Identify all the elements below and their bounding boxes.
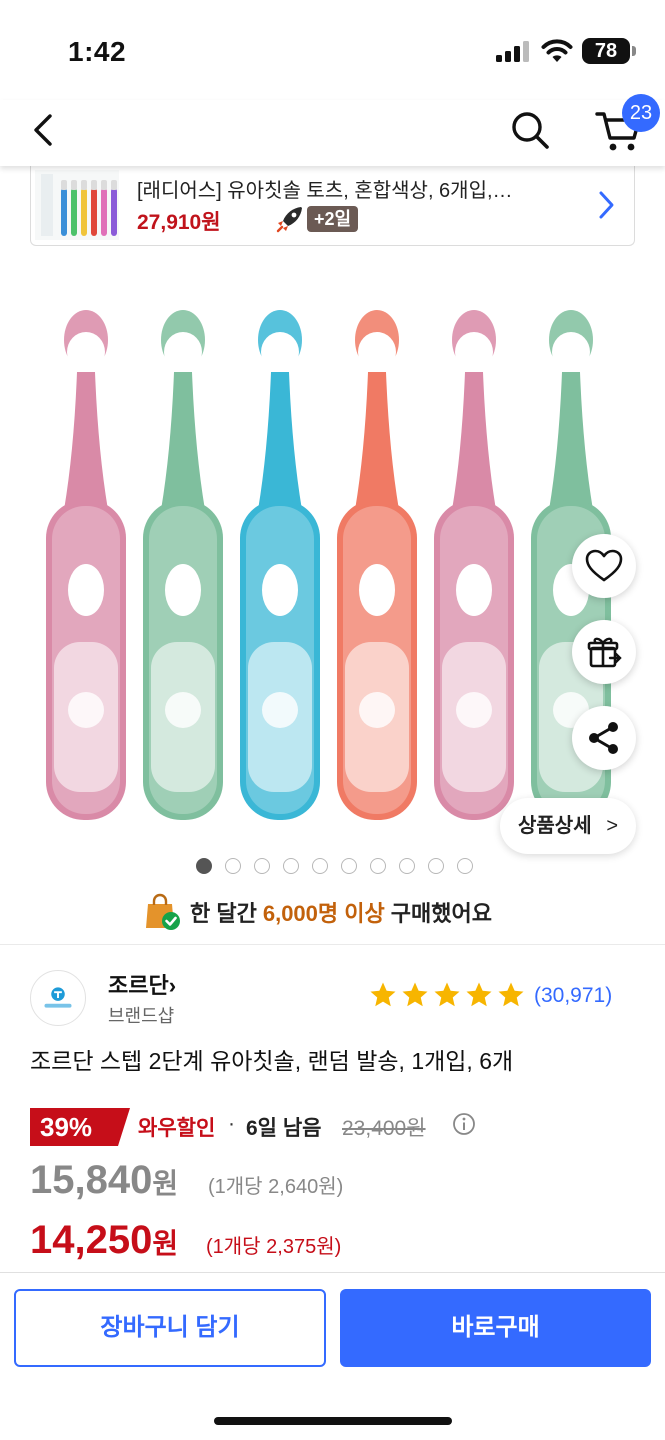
brand-name: 조르단 <box>108 973 169 998</box>
wishlist-button[interactable] <box>572 534 636 598</box>
mini-brush-head <box>101 180 107 190</box>
pagination-dot[interactable] <box>341 858 357 874</box>
pagination-dot[interactable] <box>428 858 444 874</box>
share-button[interactable] <box>572 706 636 770</box>
regular-price-value: 15,840 <box>30 1158 153 1202</box>
mini-brush-head <box>81 180 87 190</box>
original-price: 23,400원 <box>342 1117 426 1140</box>
pagination-dot[interactable] <box>370 858 386 874</box>
shopping-bag-check-icon <box>146 893 180 930</box>
wow-price: 14,250원 <box>30 1218 178 1263</box>
regular-price-unit: 원 <box>152 1168 179 1199</box>
buy-now-button[interactable]: 바로구매 <box>340 1289 651 1367</box>
home-indicator <box>214 1417 452 1425</box>
wow-price-unit: 원 <box>152 1228 179 1259</box>
pagination-dot[interactable] <box>399 858 415 874</box>
review-count[interactable]: (30,971) <box>534 984 612 1008</box>
wow-price-value: 14,250 <box>30 1218 153 1262</box>
gift-button[interactable] <box>572 620 636 684</box>
toothbrush <box>337 310 417 820</box>
status-bar: 1:42 78 <box>0 0 665 100</box>
chevron-right-icon: › <box>168 973 177 998</box>
image-pagination[interactable] <box>196 858 473 874</box>
toothbrush <box>240 310 320 820</box>
related-product-price: 27,910원 <box>137 211 221 234</box>
toothbrush <box>143 310 223 820</box>
rating-stars[interactable] <box>368 980 526 1010</box>
buyers-count: 6,000명 이상 <box>262 901 385 926</box>
mini-brush <box>71 188 77 236</box>
mini-brush <box>101 188 107 236</box>
battery-tip <box>632 46 636 56</box>
wow-discount-label: 와우할인 <box>138 1117 216 1140</box>
related-product-title: [래디어스] 유아칫솔 토츠, 혼합색상, 6개입,… <box>137 180 513 202</box>
add-to-cart-button[interactable]: 장바구니 담기 <box>14 1289 326 1367</box>
top-nav-bar: 23 <box>0 94 665 166</box>
star-icon <box>434 982 460 1007</box>
related-product-thumbnail <box>35 170 119 240</box>
mini-brush-head <box>61 180 67 190</box>
delivery-days-badge: +2일 <box>307 206 359 232</box>
discount-badge: 39% <box>30 1108 130 1146</box>
product-detail-button[interactable]: 상품상세 > <box>500 798 636 854</box>
regular-unit-price: (1개당 2,640원) <box>208 1176 344 1198</box>
buyers-suffix: 구매했어요 <box>390 901 492 926</box>
mini-brush-head <box>91 180 97 190</box>
rocket-delivery-icon <box>276 207 302 233</box>
bottom-action-bar: 장바구니 담기 바로구매 <box>0 1272 665 1440</box>
toothbrush <box>434 310 514 820</box>
pagination-dot[interactable] <box>225 858 241 874</box>
pagination-dot[interactable] <box>312 858 328 874</box>
heart-icon <box>585 549 623 582</box>
toothbrush <box>46 310 126 820</box>
regular-price: 15,840원 <box>30 1158 178 1203</box>
mini-brush-head <box>111 180 117 190</box>
related-product-banner[interactable]: [래디어스] 유아칫솔 토츠, 혼합색상, 6개입,… 27,910원 +2일 <box>30 166 635 246</box>
brand-shop-label: 브랜드샵 <box>108 1006 175 1026</box>
star-icon <box>498 982 524 1007</box>
star-icon <box>466 982 492 1007</box>
status-time: 1:42 <box>68 36 127 67</box>
chevron-right-icon: > <box>606 815 618 837</box>
mini-brush <box>91 188 97 236</box>
buyers-prefix: 한 달간 <box>190 901 257 926</box>
brand-logo[interactable] <box>30 970 86 1026</box>
pagination-dot[interactable] <box>283 858 299 874</box>
wifi-icon <box>541 39 573 62</box>
separator-dot: · <box>228 1112 235 1135</box>
info-icon[interactable] <box>452 1112 476 1136</box>
pagination-dot[interactable] <box>196 858 212 874</box>
pagination-dot[interactable] <box>457 858 473 874</box>
back-arrow-icon[interactable] <box>26 110 66 150</box>
product-detail-label: 상품상세 <box>518 815 592 837</box>
cellular-signal-icon <box>496 41 529 62</box>
star-icon <box>370 982 396 1007</box>
mini-brush <box>81 188 87 236</box>
mini-brush <box>111 188 117 236</box>
gift-icon <box>587 637 622 668</box>
cart-count-badge: 23 <box>622 94 660 132</box>
wow-unit-price: (1개당 2,375원) <box>206 1236 342 1258</box>
monthly-buyers-banner: 한 달간 6,000명 이상 구매했어요 <box>142 890 492 934</box>
days-left: 6일 남음 <box>246 1117 322 1140</box>
search-icon[interactable] <box>508 108 552 152</box>
mini-brush <box>61 188 67 236</box>
product-hero-image[interactable] <box>0 290 665 830</box>
pagination-dot[interactable] <box>254 858 270 874</box>
star-icon <box>402 982 428 1007</box>
share-icon <box>589 722 618 754</box>
product-title: 조르단 스텝 2단계 유아칫솔, 랜덤 발송, 1개입, 6개 <box>30 1048 514 1074</box>
chevron-right-icon[interactable] <box>593 188 619 222</box>
battery-level: 78 <box>582 38 630 64</box>
brand-name-link[interactable]: 조르단› <box>108 968 176 1000</box>
section-divider <box>0 944 665 945</box>
mini-brush-head <box>71 180 77 190</box>
